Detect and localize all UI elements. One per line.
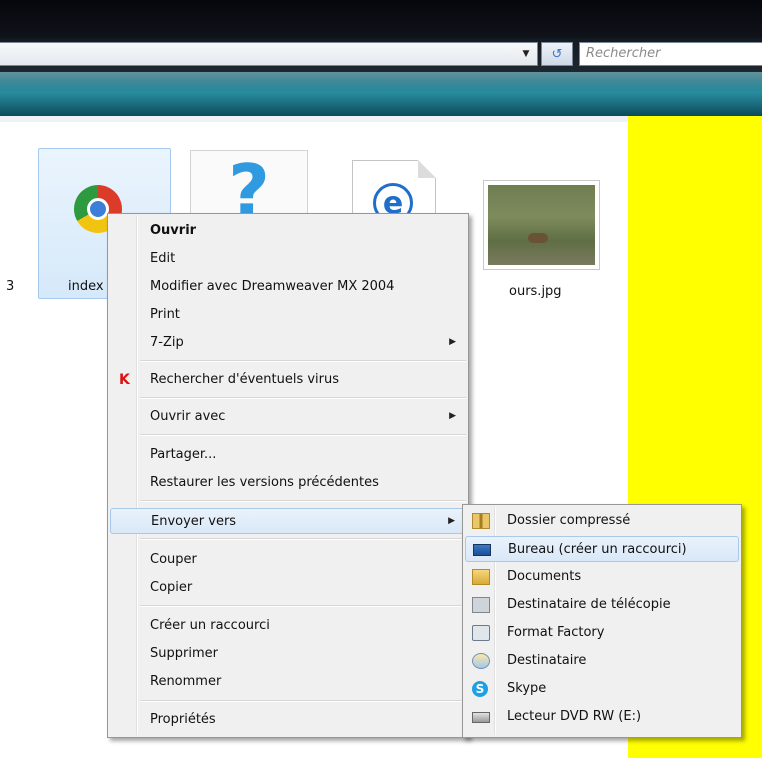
menu-separator bbox=[140, 500, 466, 502]
submenu-item-skype[interactable]: S Skype bbox=[465, 676, 739, 702]
menu-item-label: Ouvrir avec bbox=[150, 409, 226, 424]
menu-item-label: Envoyer vers bbox=[151, 514, 237, 529]
menu-item-print[interactable]: Print bbox=[110, 302, 466, 328]
menu-item-label: Renommer bbox=[150, 674, 222, 689]
menu-item-label: Propriétés bbox=[150, 712, 216, 727]
menu-separator bbox=[140, 538, 466, 540]
submenu-arrow-icon: ▶ bbox=[449, 337, 456, 347]
send-to-submenu: Dossier compressé Bureau (créer un racco… bbox=[462, 504, 742, 738]
menu-item-couper[interactable]: Couper bbox=[110, 547, 466, 573]
submenu-item-destinataire[interactable]: Destinataire bbox=[465, 648, 739, 674]
submenu-item-label: Dossier compressé bbox=[507, 513, 631, 528]
menu-separator bbox=[140, 605, 466, 607]
menu-item-label: Print bbox=[150, 307, 180, 322]
menu-item-edit[interactable]: Edit bbox=[110, 246, 466, 272]
menu-item-supprimer[interactable]: Supprimer bbox=[110, 641, 466, 667]
page-fold bbox=[418, 160, 436, 178]
context-menu: Ouvrir Edit Modifier avec Dreamweaver MX… bbox=[107, 213, 469, 738]
menu-item-ouvrir-avec[interactable]: Ouvrir avec ▶ bbox=[110, 404, 466, 430]
menu-item-label: Supprimer bbox=[150, 646, 218, 661]
menu-item-label: Restaurer les versions précédentes bbox=[150, 475, 379, 490]
submenu-item-documents[interactable]: Documents bbox=[465, 564, 739, 590]
menu-item-label: Partager... bbox=[150, 447, 217, 462]
submenu-item-label: Destinataire de télécopie bbox=[507, 597, 671, 612]
menu-item-label: Edit bbox=[150, 251, 176, 266]
file-label-index: index bbox=[68, 279, 104, 294]
content-header bbox=[0, 116, 628, 122]
submenu-item-label: Bureau (créer un raccourci) bbox=[508, 542, 687, 557]
menu-item-7zip[interactable]: 7-Zip ▶ bbox=[110, 330, 466, 356]
submenu-item-label: Documents bbox=[507, 569, 582, 584]
submenu-item-dvd[interactable]: Lecteur DVD RW (E:) bbox=[465, 704, 739, 730]
submenu-item-label: Format Factory bbox=[507, 625, 605, 640]
menu-item-envoyer-vers[interactable]: Envoyer vers ▶ bbox=[110, 508, 466, 534]
desktop-icon bbox=[473, 544, 491, 556]
submenu-item-label: Skype bbox=[507, 681, 547, 696]
file-label-ours: ours.jpg bbox=[509, 284, 562, 299]
menu-item-label: Ouvrir bbox=[150, 223, 197, 238]
menu-item-label: Modifier avec Dreamweaver MX 2004 bbox=[150, 279, 395, 294]
address-dropdown-icon[interactable]: ▼ bbox=[516, 43, 536, 65]
bear-photo bbox=[488, 185, 595, 265]
submenu-item-telecopie[interactable]: Destinataire de télécopie bbox=[465, 592, 739, 618]
menu-item-dreamweaver[interactable]: Modifier avec Dreamweaver MX 2004 bbox=[110, 274, 466, 300]
menu-separator bbox=[140, 700, 466, 702]
zip-folder-icon bbox=[472, 513, 490, 529]
submenu-arrow-icon: ▶ bbox=[448, 516, 455, 526]
dvd-drive-icon bbox=[472, 712, 490, 723]
menu-separator bbox=[140, 434, 466, 436]
menu-item-partager[interactable]: Partager... bbox=[110, 442, 466, 468]
format-factory-icon bbox=[472, 625, 490, 641]
image-thumbnail[interactable] bbox=[483, 180, 600, 270]
menu-separator bbox=[140, 397, 466, 399]
menu-item-label: 7-Zip bbox=[150, 335, 184, 350]
menu-item-creer-raccourci[interactable]: Créer un raccourci bbox=[110, 613, 466, 639]
window-title-area bbox=[0, 0, 762, 38]
partial-file-label: 3 bbox=[6, 279, 15, 294]
bear-shape bbox=[528, 233, 548, 243]
menu-item-label: Couper bbox=[150, 552, 197, 567]
menu-item-renommer[interactable]: Renommer bbox=[110, 669, 466, 695]
menu-item-label: Créer un raccourci bbox=[150, 618, 270, 633]
kaspersky-icon: K bbox=[119, 372, 130, 388]
refresh-icon[interactable]: ↺ bbox=[541, 42, 573, 66]
address-bar[interactable] bbox=[0, 42, 538, 66]
submenu-item-format-factory[interactable]: Format Factory bbox=[465, 620, 739, 646]
submenu-item-dossier-compresse[interactable]: Dossier compressé bbox=[465, 508, 739, 534]
documents-folder-icon bbox=[472, 569, 490, 585]
menu-separator bbox=[140, 360, 466, 362]
submenu-arrow-icon: ▶ bbox=[449, 411, 456, 421]
menu-item-label: Rechercher d'éventuels virus bbox=[150, 372, 340, 387]
fax-icon bbox=[472, 597, 490, 613]
menu-item-scan-virus[interactable]: K Rechercher d'éventuels virus bbox=[110, 367, 466, 393]
search-input[interactable]: Rechercher bbox=[579, 42, 762, 66]
submenu-item-label: Lecteur DVD RW (E:) bbox=[507, 709, 642, 724]
submenu-item-label: Destinataire bbox=[507, 653, 587, 668]
menu-item-ouvrir[interactable]: Ouvrir bbox=[110, 218, 466, 244]
menu-item-label: Copier bbox=[150, 580, 193, 595]
toolbar-gloss bbox=[0, 72, 762, 90]
mail-recipient-icon bbox=[472, 653, 490, 669]
menu-item-copier[interactable]: Copier bbox=[110, 575, 466, 601]
menu-item-restaurer[interactable]: Restaurer les versions précédentes bbox=[110, 470, 466, 496]
submenu-item-bureau[interactable]: Bureau (créer un raccourci) bbox=[465, 536, 739, 562]
menu-item-proprietes[interactable]: Propriétés bbox=[110, 707, 466, 733]
skype-icon: S bbox=[472, 681, 488, 697]
